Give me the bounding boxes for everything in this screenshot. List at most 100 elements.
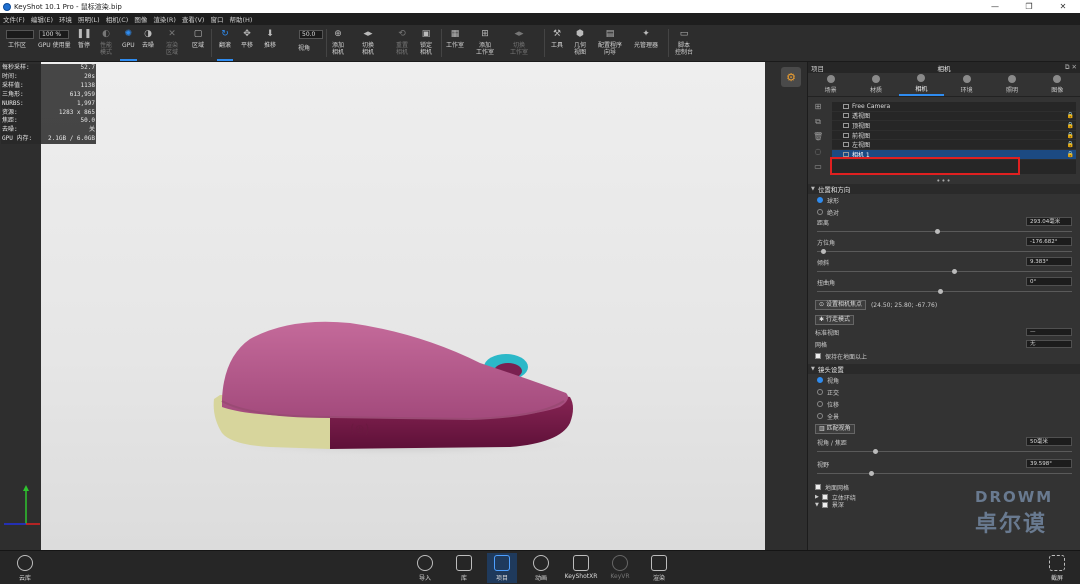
save-camera-icon[interactable]: ▭ [813, 162, 823, 172]
denoise-button[interactable]: ◑ 去噪 [142, 28, 154, 50]
distance-input[interactable]: 293.04毫米 [1026, 217, 1072, 226]
config-wizard-button[interactable]: ▤ 配置程序 向导 [598, 28, 622, 57]
region-button[interactable]: ▢ 区域 [192, 28, 204, 50]
inclination-input[interactable]: 9.383° [1026, 257, 1072, 266]
azimuth-input[interactable]: -176.682° [1026, 237, 1072, 246]
camera-list-item[interactable]: 前视图 🔒 [832, 131, 1076, 141]
render-button[interactable]: 渲染 [644, 555, 674, 582]
gpu-usage-button[interactable]: GPU 使用量 [38, 42, 71, 49]
distance-slider[interactable] [817, 229, 1072, 234]
set-camera-focus-button[interactable]: ⊙ 设置相机焦点 [815, 300, 866, 310]
keyvr-button[interactable]: KeyVR [605, 555, 635, 580]
standard-view-select[interactable]: — [1026, 328, 1072, 336]
twist-slider[interactable] [817, 289, 1072, 294]
field-of-view-slider[interactable] [817, 471, 1072, 476]
tab-material[interactable]: 材质 [853, 73, 898, 96]
menu-window[interactable]: 窗口 [210, 14, 223, 24]
radio-perspective[interactable]: 视角 [815, 374, 1077, 386]
geometry-view-button[interactable]: ⬢ 几何 视图 [574, 28, 586, 57]
lock-icon[interactable]: 🔒 [1067, 151, 1074, 158]
minimize-button[interactable]: — [978, 0, 1012, 13]
camera-list-item[interactable]: 透视图 🔒 [832, 112, 1076, 122]
section-position-orientation[interactable]: ▼ 位置和方向 [808, 184, 1080, 194]
section-lens-settings[interactable]: ▼ 镜头设置 [808, 364, 1080, 374]
pause-button[interactable]: ❚❚ 暂停 [76, 28, 91, 50]
stereo-checkbox[interactable] [821, 494, 828, 500]
radio-panorama[interactable]: 全景 [815, 410, 1077, 422]
close-button[interactable]: ✕ [1046, 0, 1080, 13]
menu-lighting[interactable]: 照明(L) [78, 14, 100, 24]
tab-camera[interactable]: 相机 [898, 73, 944, 96]
menu-render[interactable]: 渲染(R) [153, 14, 176, 24]
import-button[interactable]: 导入 [410, 555, 440, 582]
performance-mode-button[interactable]: ◐ 性能 模式 [100, 28, 112, 57]
inclination-slider[interactable] [817, 269, 1072, 274]
add-studio-button[interactable]: ⊞ 添加 工作室 [476, 28, 494, 57]
menu-file[interactable]: 文件(F) [3, 14, 25, 24]
walk-mode-button[interactable]: ✱ 行走模式 [815, 315, 854, 325]
tab-scene[interactable]: 场景 [808, 73, 853, 96]
tab-image[interactable]: 图像 [1035, 73, 1080, 96]
ground-grid-checkbox[interactable] [815, 484, 821, 490]
light-manager-button[interactable]: ✦ 光管理器 [634, 28, 658, 50]
match-perspective-button[interactable]: ▥ 匹配视角 [815, 424, 855, 434]
camera-list-item[interactable]: 左视图 🔒 [832, 140, 1076, 150]
reset-camera-button[interactable]: ⟲ 重置 相机 [396, 28, 408, 57]
menu-view[interactable]: 查看(V) [182, 14, 205, 24]
radio-orbit[interactable]: 球形 [815, 194, 1077, 206]
switch-studio-button[interactable]: ◂▸ 切换 工作室 [510, 28, 528, 57]
twist-input[interactable]: 0° [1026, 277, 1072, 286]
radio-orthographic[interactable]: 正交 [815, 386, 1077, 398]
dolly-button[interactable]: ⬇ 推移 [264, 28, 276, 50]
menu-image[interactable]: 图像 [134, 14, 147, 24]
tab-lighting[interactable]: 照明 [989, 73, 1034, 96]
camera-list-item-selected[interactable]: 相机 1 🔒 [832, 149, 1076, 160]
menu-environment[interactable]: 环境 [59, 14, 72, 24]
panel-window-controls[interactable]: ⧉ ✕ [1065, 63, 1077, 72]
render-region-button[interactable]: ✕ 渲染 区域 [166, 28, 178, 57]
lock-icon[interactable]: 🔒 [1067, 141, 1074, 148]
radio-shift[interactable]: 位移 [815, 398, 1077, 410]
fov-button[interactable]: 视角 [298, 45, 310, 52]
lock-icon[interactable]: 🔒 [1067, 112, 1074, 119]
chevron-right-icon[interactable]: ▶ [815, 494, 819, 500]
workspace-select[interactable] [6, 30, 34, 39]
delete-camera-icon[interactable]: 🗑 [813, 132, 823, 142]
fov-input[interactable]: 50.0 [299, 30, 323, 39]
animation-button[interactable]: 动画 [526, 555, 556, 582]
add-camera-icon[interactable]: ⊞ [813, 102, 823, 112]
focal-length-input[interactable]: 50毫米 [1026, 437, 1072, 446]
lock-icon[interactable]: 🔒 [1067, 132, 1074, 139]
viewport-overlay-icon[interactable]: ⚙ [781, 67, 801, 87]
project-button[interactable]: 项目 [487, 553, 517, 583]
restore-button[interactable]: ❐ [1012, 0, 1046, 13]
mouse-3d-model[interactable]: (⊕) [210, 267, 590, 467]
script-console-button[interactable]: ▭ 脚本 控制台 [675, 28, 693, 57]
dof-checkbox[interactable] [821, 501, 828, 508]
zoom-input[interactable]: 100 % [39, 30, 69, 39]
studio-button[interactable]: ▦ 工作室 [446, 28, 464, 50]
tumble-button[interactable]: ↻ 翻滚 [216, 28, 234, 61]
keep-above-ground-checkbox[interactable] [815, 353, 821, 359]
add-camera-button[interactable]: ⊕ 添加 相机 [332, 28, 344, 57]
gpu-toggle[interactable]: ✺ GPU [120, 28, 137, 61]
tools-button[interactable]: ⚒ 工具 [551, 28, 563, 50]
duplicate-camera-icon[interactable]: ⧉ [813, 117, 823, 127]
focal-length-slider[interactable] [817, 449, 1072, 454]
render-viewport[interactable]: 每秒采样: 52.7 时间: 20s 采样值: 1138 三角形: 613,959 NU… [0, 62, 807, 550]
keyshotxr-button[interactable]: KeyShotXR [565, 555, 597, 580]
menu-help[interactable]: 帮助(H) [229, 14, 252, 24]
library-button[interactable]: 库 [449, 555, 479, 582]
cloud-library-button[interactable]: 云库 [10, 555, 40, 582]
switch-camera-button[interactable]: ◂▸ 切换 相机 [362, 28, 374, 57]
camera-settings-icon[interactable]: ◌ [813, 147, 823, 157]
camera-list-item[interactable]: Free Camera [832, 102, 1076, 112]
camera-list-item[interactable]: 顶视图 🔒 [832, 121, 1076, 131]
chevron-down-icon[interactable]: ▼ [815, 502, 819, 508]
azimuth-slider[interactable] [817, 249, 1072, 254]
pan-button[interactable]: ✥ 平移 [241, 28, 253, 50]
tab-environment[interactable]: 环境 [944, 73, 989, 96]
grid-select[interactable]: 无 [1026, 340, 1072, 348]
menu-edit[interactable]: 编辑(E) [31, 14, 53, 24]
lock-camera-button[interactable]: ▣ 锁定 相机 [420, 28, 432, 57]
